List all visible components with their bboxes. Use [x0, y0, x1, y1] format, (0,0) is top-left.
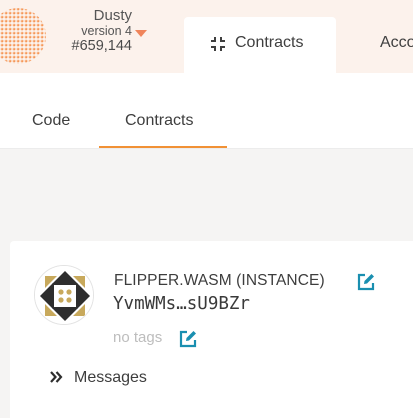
contract-tags: no tags [113, 329, 163, 346]
chain-name: Dusty [93, 7, 132, 24]
edit-name-icon[interactable] [357, 273, 375, 291]
subtab-contracts[interactable]: Contracts [125, 112, 193, 130]
contract-title: FLIPPER.WASM (INSTANCE) [114, 272, 325, 289]
chain-logo[interactable] [0, 7, 49, 65]
block-number: #659,144 [71, 38, 132, 54]
chain-version: version 4 [81, 24, 132, 38]
subtab-code[interactable]: Code [32, 112, 70, 130]
messages-toggle[interactable]: Messages [74, 369, 147, 387]
double-chevron-right-icon[interactable] [49, 370, 63, 384]
chain-info[interactable]: Dusty version 4 #659,144 [52, 7, 132, 55]
contract-identicon [34, 265, 94, 325]
top-header: Dusty version 4 #659,144 Contracts Acco [0, 0, 413, 73]
contract-address[interactable]: YvmWMs…sU9BZr [113, 294, 250, 314]
sub-tabs: Code Contracts [0, 73, 413, 149]
tab-accounts[interactable]: Acco [380, 34, 413, 52]
contracts-icon [211, 37, 225, 51]
tab-contracts[interactable]: Contracts [184, 17, 336, 73]
active-subtab-indicator [99, 146, 227, 148]
edit-tags-icon[interactable] [179, 330, 197, 348]
contract-card: FLIPPER.WASM (INSTANCE) YvmWMs…sU9BZr no… [10, 241, 413, 418]
chevron-down-icon[interactable] [135, 30, 147, 37]
tab-contracts-label: Contracts [235, 34, 304, 51]
